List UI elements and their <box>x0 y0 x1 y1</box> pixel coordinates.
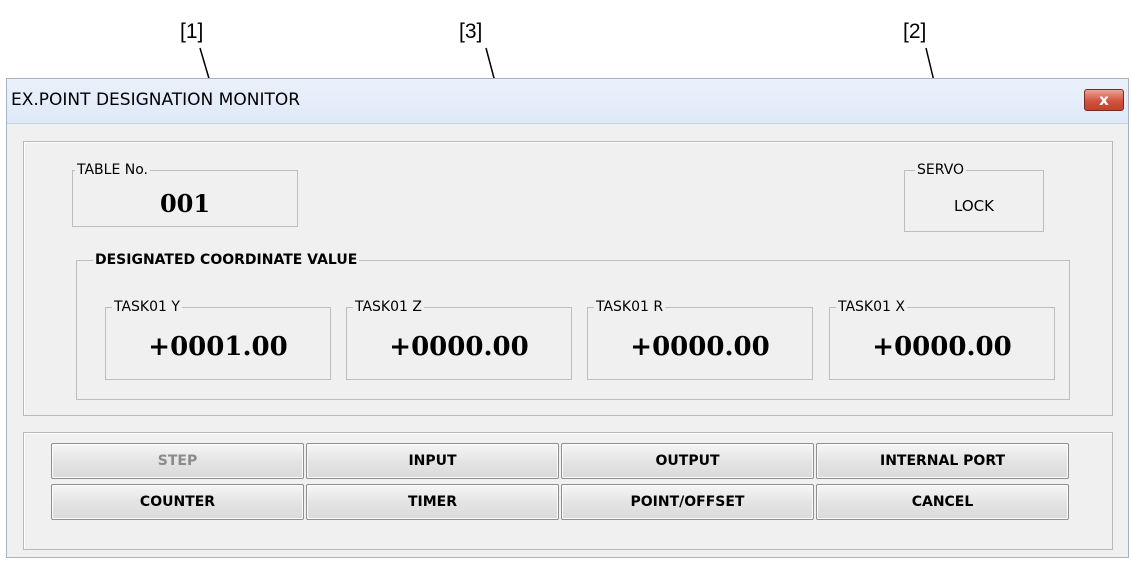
title-bar[interactable]: EX.POINT DESIGNATION MONITOR x <box>7 79 1128 124</box>
window-title: EX.POINT DESIGNATION MONITOR <box>11 90 301 110</box>
coordinate-field-value: +0000.00 <box>630 332 770 362</box>
coordinate-field-r: TASK01 R +0000.00 <box>587 299 813 380</box>
table-number-value: 001 <box>159 189 211 218</box>
coordinate-field-label: TASK01 Y <box>112 299 182 315</box>
servo-label: SERVO <box>915 162 967 178</box>
timer-button[interactable]: TIMER <box>306 484 559 520</box>
servo-group: SERVO LOCK <box>904 162 1044 232</box>
coordinate-field-label: TASK01 Z <box>353 299 424 315</box>
coordinate-field-x: TASK01 X +0000.00 <box>829 299 1055 380</box>
input-button[interactable]: INPUT <box>306 443 559 479</box>
cancel-button[interactable]: CANCEL <box>816 484 1069 520</box>
button-panel: STEP INPUT OUTPUT INTERNAL PORT COUNTER … <box>23 432 1113 550</box>
counter-button[interactable]: COUNTER <box>51 484 304 520</box>
output-button[interactable]: OUTPUT <box>561 443 814 479</box>
coordinate-field-value: +0000.00 <box>872 332 1012 362</box>
info-panel: TABLE No. 001 SERVO LOCK DESIGNATED COOR… <box>23 141 1113 416</box>
close-icon: x <box>1099 91 1109 109</box>
coordinate-field-label: TASK01 R <box>594 299 666 315</box>
step-button[interactable]: STEP <box>51 443 304 479</box>
servo-value: LOCK <box>954 197 994 215</box>
point-offset-button[interactable]: POINT/OFFSET <box>561 484 814 520</box>
coordinate-label: DESIGNATED COORDINATE VALUE <box>93 252 360 268</box>
close-button[interactable]: x <box>1084 89 1124 111</box>
coordinate-field-label: TASK01 X <box>836 299 907 315</box>
table-number-group: TABLE No. 001 <box>72 162 298 227</box>
coordinate-group: DESIGNATED COORDINATE VALUE TASK01 Y +00… <box>76 252 1070 400</box>
coordinate-field-y: TASK01 Y +0001.00 <box>105 299 331 380</box>
table-number-label: TABLE No. <box>75 162 150 178</box>
internal-port-button[interactable]: INTERNAL PORT <box>816 443 1069 479</box>
coordinate-field-z: TASK01 Z +0000.00 <box>346 299 572 380</box>
coordinate-field-value: +0000.00 <box>389 332 529 362</box>
monitor-window: EX.POINT DESIGNATION MONITOR x TABLE No.… <box>6 78 1129 558</box>
coordinate-field-value: +0001.00 <box>148 332 288 362</box>
